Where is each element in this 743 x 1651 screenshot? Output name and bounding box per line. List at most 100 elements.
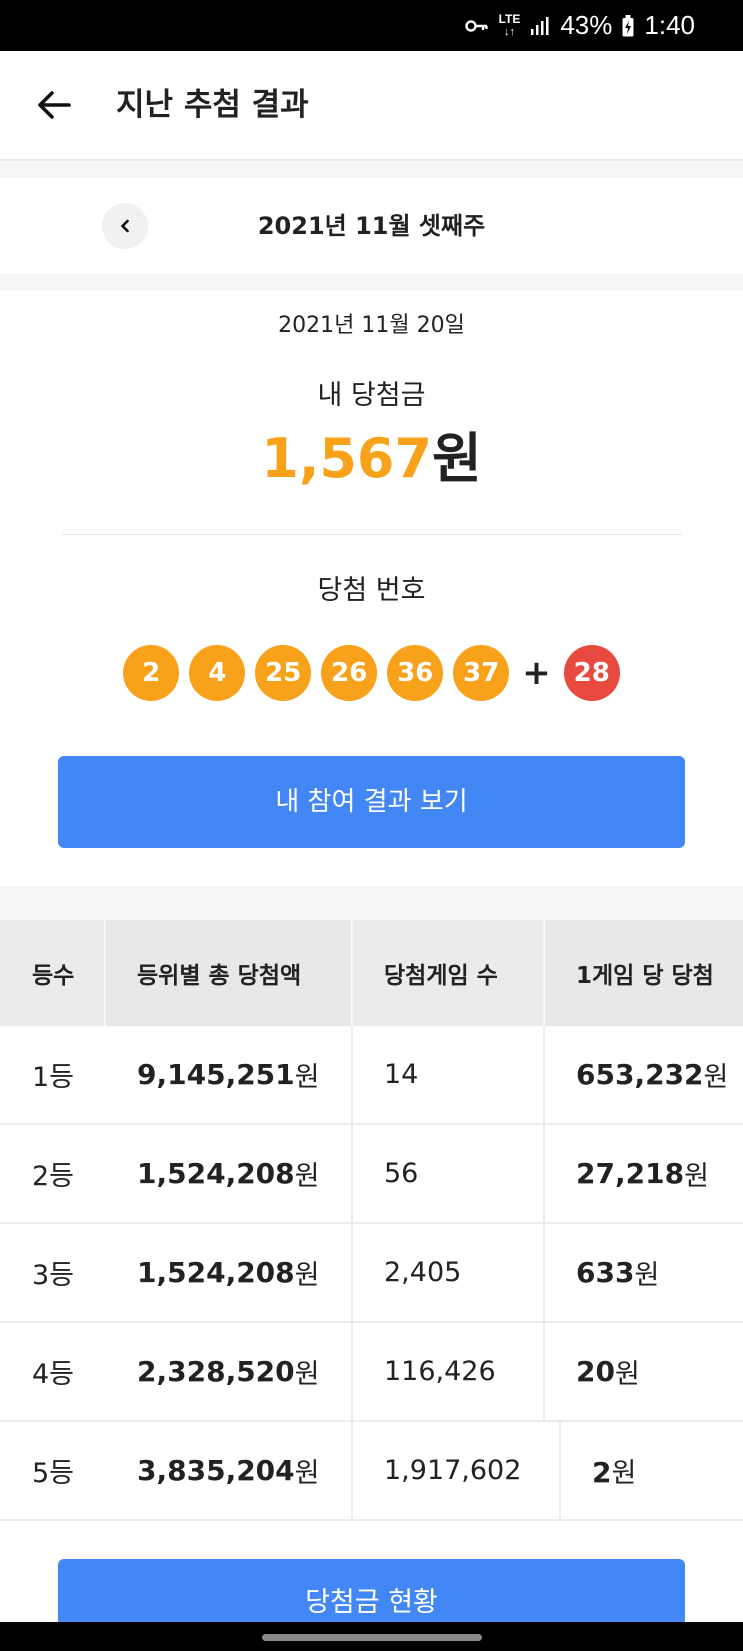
week-selector: 2021년 11월 셋째주: [0, 178, 743, 274]
unit: 원: [294, 1161, 320, 1192]
unit: 원: [294, 1062, 320, 1093]
total-value: 1,524,208: [137, 1256, 295, 1289]
column-divider: [559, 1422, 561, 1519]
total-cell: 1,524,208 원: [105, 1125, 352, 1222]
prize-table: 등수 등위별 총 당첨액 당첨게임 수 1게임 당 당첨 1등 9,145,25…: [0, 920, 743, 1522]
back-button[interactable]: [30, 81, 78, 129]
bonus-ball: 28: [563, 645, 620, 701]
per-game-value: 633: [576, 1256, 635, 1289]
rank-cell: 5등: [32, 1458, 75, 1489]
unit: 원: [294, 1359, 320, 1390]
per-game-cell: 20 원: [544, 1323, 743, 1420]
column-divider: [543, 1125, 545, 1222]
result-card: 2021년 11월 20일 내 당첨금 1,567원 당첨 번호 2 4 25 …: [0, 291, 743, 886]
table-row: 3등 1,524,208 원 2,405 633 원: [0, 1224, 743, 1323]
prize-amount-value: 1,567: [261, 427, 433, 490]
number-ball: 2: [123, 645, 180, 701]
per-game-cell: 27,218 원: [544, 1125, 743, 1222]
home-gesture-handle[interactable]: [262, 1634, 482, 1641]
total-cell: 1,524,208 원: [105, 1224, 352, 1321]
column-divider: [543, 1026, 545, 1123]
unit: 원: [684, 1161, 709, 1192]
unit: 원: [703, 1062, 729, 1093]
unit: 원: [611, 1458, 637, 1489]
column-divider: [351, 1323, 353, 1420]
vpn-key-icon: [464, 19, 489, 33]
lte-icon: LTE ↓↑: [498, 12, 521, 38]
games-cell: 56: [384, 1158, 419, 1189]
battery-charging-icon: [622, 14, 634, 37]
total-value: 9,145,251: [137, 1058, 295, 1091]
unit: 원: [634, 1260, 660, 1291]
column-divider: [543, 1224, 545, 1321]
total-cell: 2,328,520 원: [105, 1323, 352, 1420]
games-cell: 2,405: [384, 1257, 462, 1288]
per-game-value: 27,218: [576, 1157, 685, 1190]
table-header: 등수 등위별 총 당첨액 당첨게임 수 1게임 당 당첨: [0, 920, 743, 1026]
number-ball: 25: [255, 645, 312, 701]
header-total: 등위별 총 당첨액: [105, 920, 352, 1026]
games-cell: 1,917,602: [384, 1455, 522, 1486]
header-per-game: 1게임 당 당첨: [544, 920, 743, 1026]
rank-cell: 2등: [32, 1161, 75, 1192]
app-header: 지난 추첨 결과: [0, 51, 743, 161]
prize-amount-unit: 원: [432, 427, 482, 490]
draw-date: 2021년 11월 20일: [278, 313, 465, 338]
games-cell: 14: [384, 1059, 419, 1090]
prize-amount: 1,567원: [0, 427, 743, 491]
number-ball: 4: [189, 645, 246, 701]
divider: [62, 534, 682, 535]
battery-percent: 43%: [560, 10, 613, 40]
per-game-value: 653,232: [576, 1058, 704, 1091]
per-game-cell: 653,232 원: [544, 1026, 743, 1123]
system-nav-bar: [0, 1622, 743, 1651]
prev-week-button[interactable]: [102, 203, 148, 249]
table-row: 1등 9,145,251 원 14 653,232 원: [0, 1026, 743, 1125]
table-row: 2등 1,524,208 원 56 27,218 원: [0, 1125, 743, 1224]
column-divider: [543, 920, 545, 1026]
table-row: 4등 2,328,520 원 116,426 20 원: [0, 1323, 743, 1422]
column-divider: [351, 1125, 353, 1222]
chevron-left-icon: [121, 219, 129, 233]
column-divider: [351, 1422, 353, 1519]
number-ball: 36: [387, 645, 444, 701]
page: LTE ↓↑ 43% 1:40 지난 추첨 결과 2021년 11월 셋째주 20…: [0, 0, 743, 1651]
total-cell: 9,145,251 원: [105, 1026, 352, 1123]
header-games: 당첨게임 수: [384, 963, 498, 989]
total-value: 2,328,520: [137, 1355, 295, 1388]
winning-numbers: 2 4 25 26 36 37 + 28: [0, 645, 743, 701]
network-type: LTE: [498, 12, 521, 26]
header-rank: 등수: [0, 920, 105, 1026]
table-row: 5등 3,835,204 원 1,917,602 2원: [0, 1422, 743, 1521]
total-value: 3,835,204: [137, 1454, 295, 1487]
prize-label: 내 당첨금: [317, 380, 426, 411]
rank-cell: 3등: [32, 1260, 75, 1291]
column-divider: [104, 920, 106, 1026]
column-divider: [543, 1323, 545, 1420]
number-ball: 37: [453, 645, 510, 701]
winning-numbers-label: 당첨 번호: [317, 575, 426, 606]
signal-icon: [530, 16, 550, 36]
status-icons: LTE ↓↑ 43% 1:40: [464, 0, 695, 51]
per-game-value: 20: [576, 1355, 615, 1388]
bottom-area: 당첨금 현황: [0, 1522, 743, 1639]
total-cell: 3,835,204 원: [105, 1422, 352, 1519]
total-value: 1,524,208: [137, 1157, 295, 1190]
rank-cell: 1등: [32, 1062, 75, 1093]
column-divider: [351, 920, 353, 1026]
per-game-cell: 633 원: [544, 1224, 743, 1321]
arrow-left-icon: [38, 91, 71, 119]
games-cell: 116,426: [384, 1356, 496, 1387]
per-game-value: 2: [592, 1456, 612, 1489]
status-bar: LTE ↓↑ 43% 1:40: [0, 0, 743, 51]
rank-cell: 4등: [32, 1359, 75, 1390]
unit: 원: [294, 1260, 320, 1291]
page-title: 지난 추첨 결과: [116, 87, 309, 123]
column-divider: [351, 1026, 353, 1123]
column-divider: [351, 1224, 353, 1321]
unit: 원: [294, 1458, 320, 1489]
my-result-button[interactable]: 내 참여 결과 보기: [58, 756, 685, 848]
number-ball: 26: [321, 645, 378, 701]
clock: 1:40: [644, 10, 695, 40]
plus-sign: +: [522, 653, 551, 693]
